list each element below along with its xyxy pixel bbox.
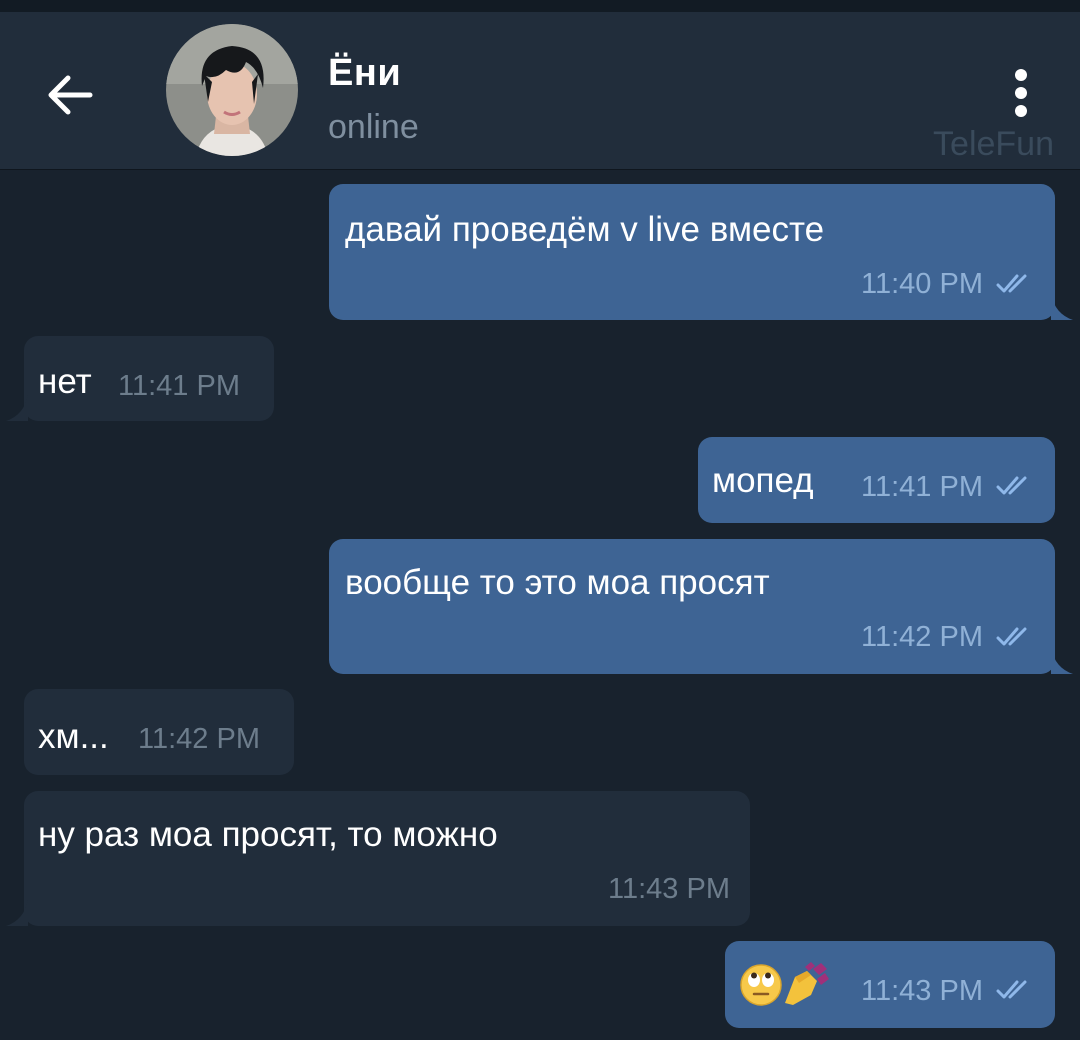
online-status: online (328, 108, 419, 146)
back-button[interactable] (30, 60, 110, 130)
double-check-icon (996, 274, 1027, 293)
bubble-tail (1051, 648, 1073, 674)
double-check-icon (996, 476, 1027, 495)
message-text: нет (38, 362, 92, 401)
face-with-rolling-eyes-icon (740, 964, 782, 1006)
message-text: вообще то это моа просят (345, 563, 770, 602)
message-incoming[interactable]: хм... 11:42 PM (24, 689, 294, 775)
message-outgoing[interactable]: 11:43 PM (725, 941, 1055, 1028)
bubble-tail (6, 395, 28, 421)
message-time: 11:43 PM (861, 975, 983, 1007)
message-outgoing[interactable]: давай проведём v live вместе 11:40 PM (329, 184, 1055, 320)
chat-header: Ёни online TeleFun (0, 12, 1080, 170)
message-text: хм... (38, 717, 109, 756)
message-time: 11:42 PM (138, 723, 260, 755)
message-incoming[interactable]: ну раз моа просят, то можно 11:43 PM (24, 791, 750, 926)
message-time: 11:40 PM (861, 268, 983, 300)
message-time: 11:43 PM (608, 873, 730, 905)
status-bar (0, 0, 1080, 12)
arrow-left-icon (48, 75, 93, 115)
message-outgoing[interactable]: вообще то это моа просят 11:42 PM (329, 539, 1055, 674)
profile-photo (166, 24, 298, 156)
double-check-icon (996, 627, 1027, 646)
message-incoming[interactable]: нет 11:41 PM (24, 336, 274, 421)
chat-title[interactable]: Ёни (328, 52, 401, 95)
message-outgoing[interactable]: мопед 11:41 PM (698, 437, 1055, 523)
nail-polish-icon (785, 962, 829, 1005)
message-time: 11:42 PM (861, 621, 983, 653)
message-text: давай проведём v live вместе (345, 210, 825, 249)
message-time: 11:41 PM (118, 370, 240, 402)
message-text: ну раз моа просят, то можно (38, 815, 498, 854)
chat-screen: Ёни online TeleFun давай проведём v live… (0, 0, 1080, 1040)
bubble-tail (6, 900, 28, 926)
message-time: 11:41 PM (861, 471, 983, 503)
double-check-icon (996, 980, 1027, 999)
message-text: мопед (712, 461, 814, 500)
avatar[interactable] (166, 24, 298, 156)
bubble-tail (1051, 294, 1073, 320)
more-options-button[interactable] (1000, 67, 1044, 137)
